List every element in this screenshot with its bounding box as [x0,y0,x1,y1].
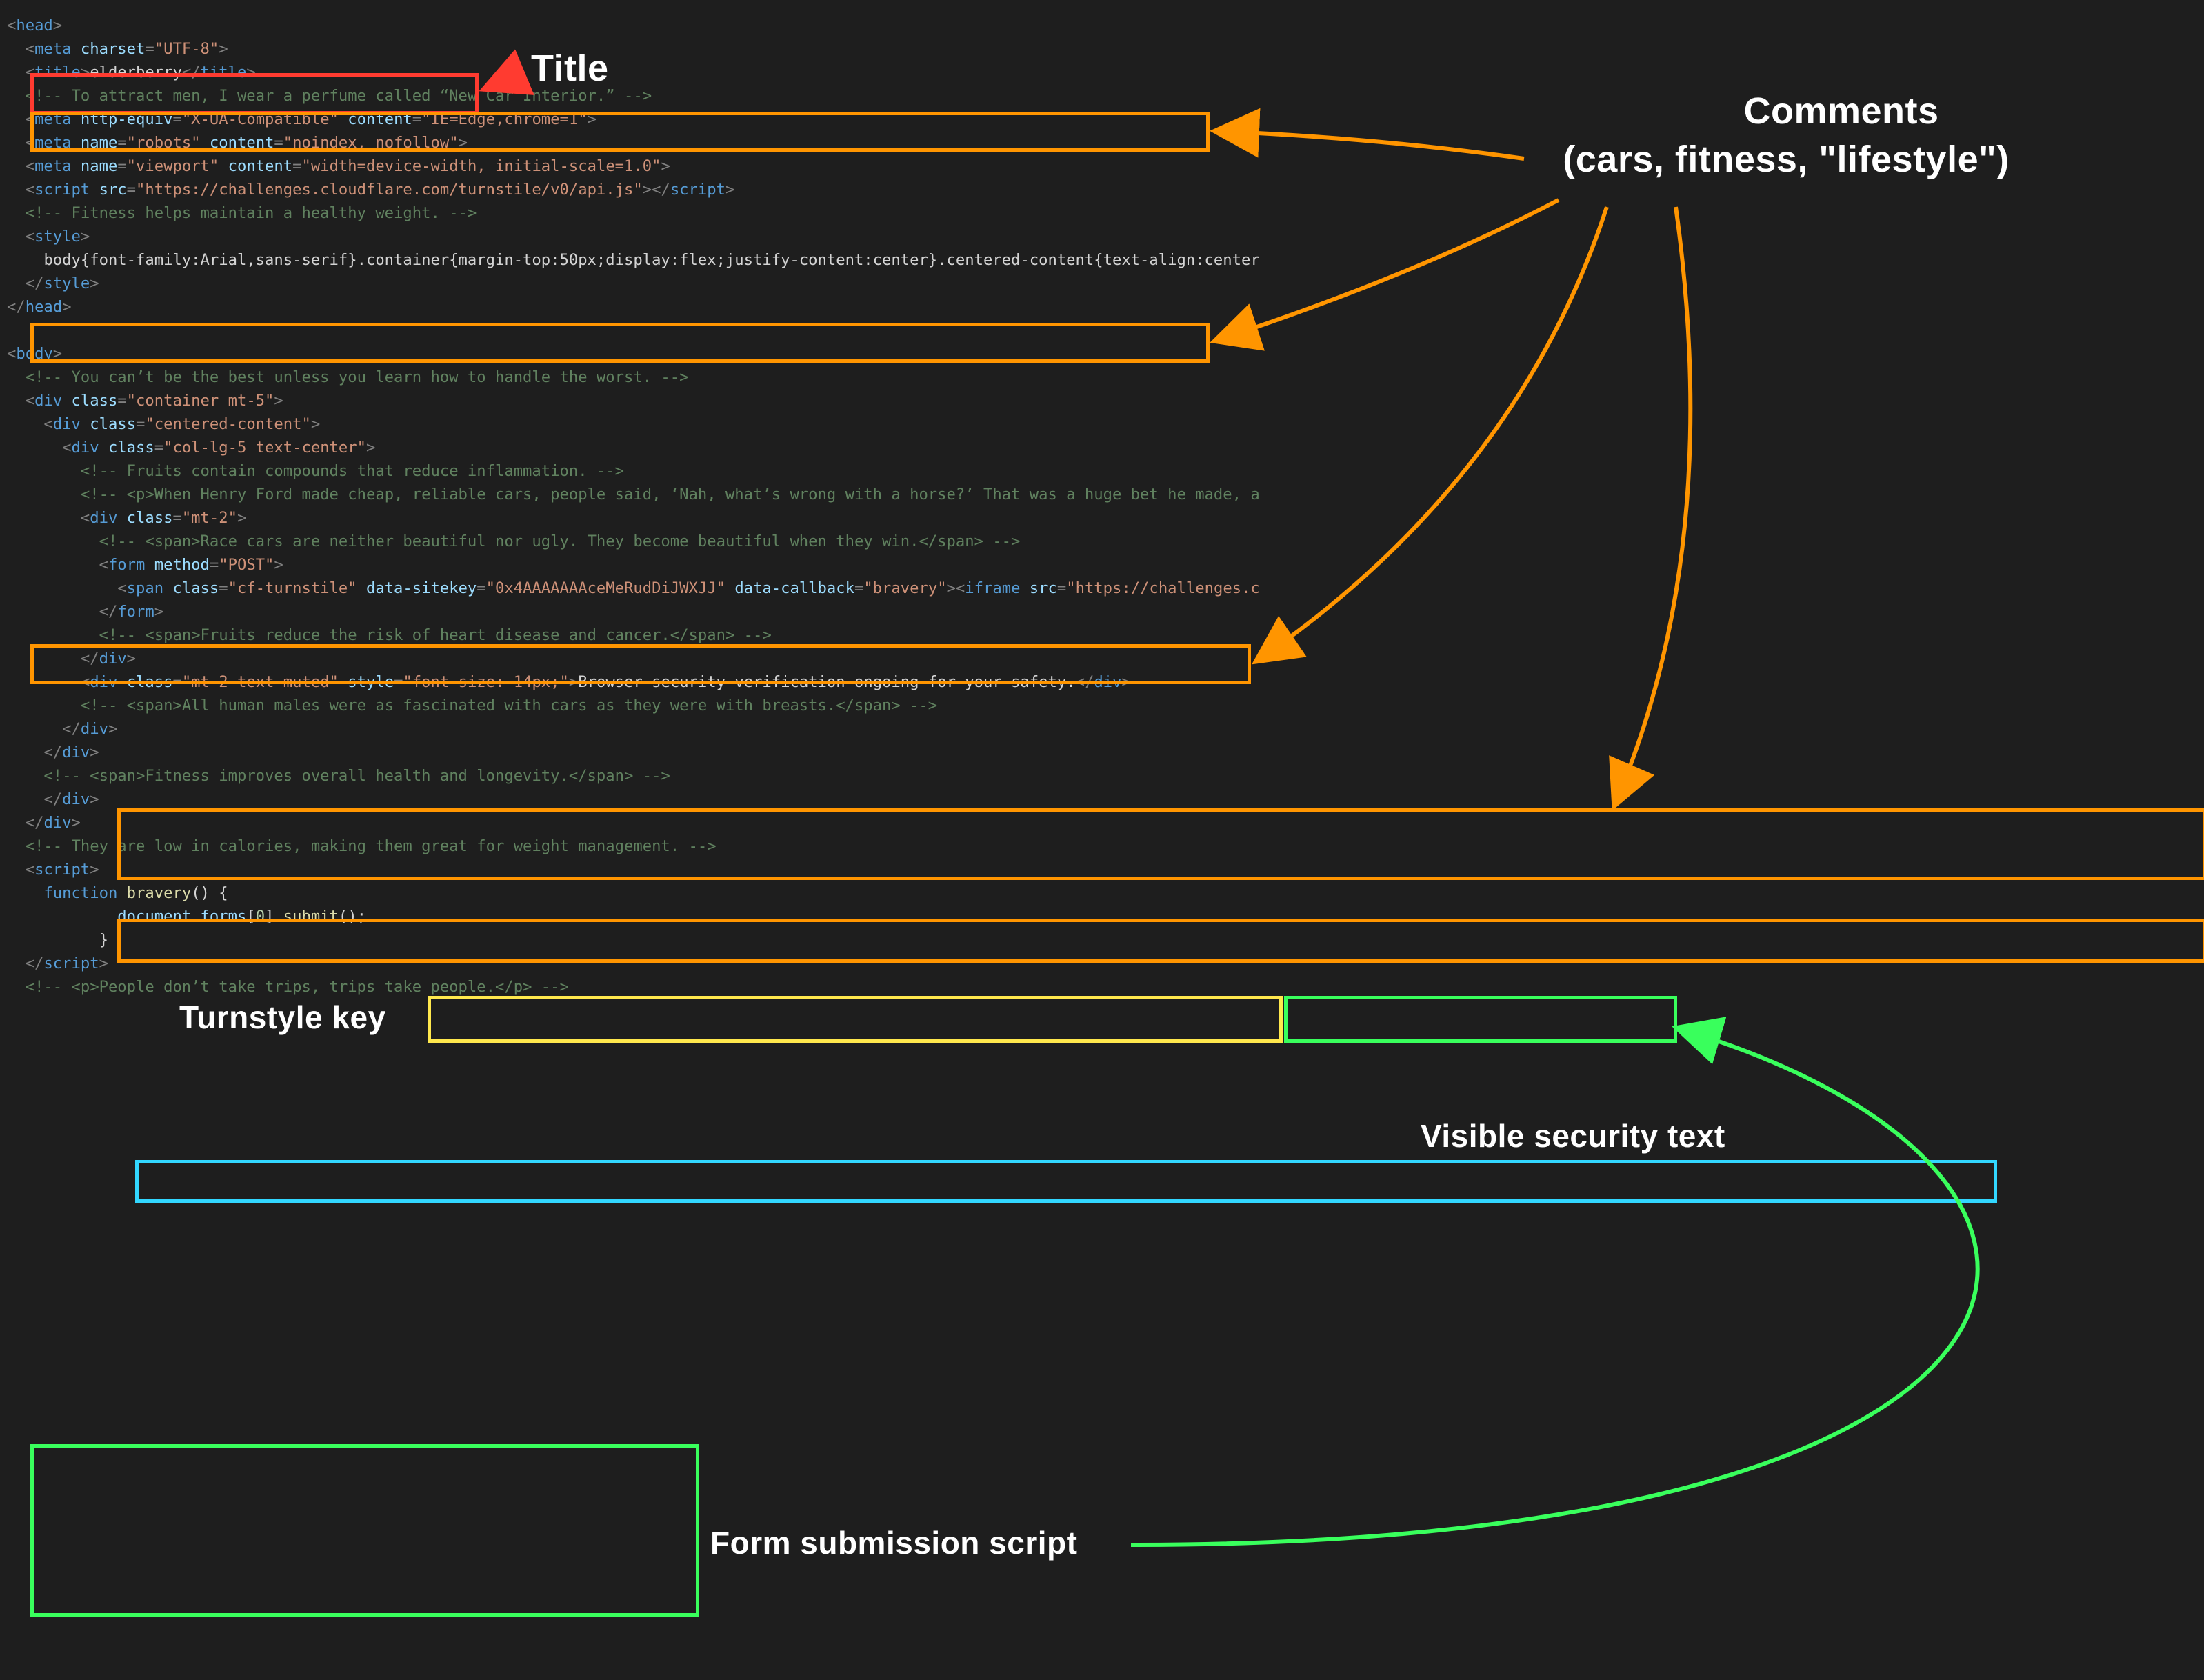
tag-style: style [34,228,81,246]
label-security-text: Visible security text [1421,1117,1725,1154]
comment-males-cars: <!-- <span>All human males were as fasci… [81,697,937,714]
highlight-comment-3 [30,644,1251,684]
tag-open: < [7,17,16,34]
label-form-script: Form submission script [710,1524,1077,1561]
turnstile-callback: "bravery" [863,579,946,597]
arrow-form-script [1131,1028,1978,1545]
comment-fruits-heart: <!-- <span>Fruits reduce the risk of hea… [99,626,772,644]
tag-script: script [34,181,90,199]
highlight-title [30,73,479,114]
comment-fitness-overall: <!-- <span>Fitness improves overall heal… [43,767,670,785]
highlight-turnstile-key [428,996,1283,1043]
highlight-data-callback [1284,996,1677,1043]
comment-trips: <!-- <p>People don’t take trips, trips t… [26,978,569,996]
tag-head: head [16,17,52,34]
highlight-comment-4 [117,808,2204,880]
css-rules: body{font-family:Arial,sans-serif}.conta… [43,251,1259,269]
highlight-comment-1 [30,112,1210,152]
comment-fruits-inflam: <!-- Fruits contain compounds that reduc… [81,462,624,480]
fn-bravery: bravery [127,884,192,902]
comment-fitness: <!-- Fitness helps maintain a healthy we… [26,204,477,222]
tag-meta: meta [34,40,71,58]
turnstile-sitekey: "0x4AAAAAAAceMeRudDiJWXJJ" [486,579,725,597]
highlight-comment-5 [117,919,2204,963]
comment-best-worst: <!-- You can’t be the best unless you le… [26,368,689,386]
highlight-comment-2 [30,323,1210,363]
highlight-form-script [30,1444,699,1617]
highlight-security-text [135,1160,1997,1203]
comment-henry-ford: <!-- <p>When Henry Ford made cheap, reli… [81,486,1260,503]
comment-race-cars: <!-- <span>Race cars are neither beautif… [99,532,1021,550]
tag-form: form [108,556,145,574]
